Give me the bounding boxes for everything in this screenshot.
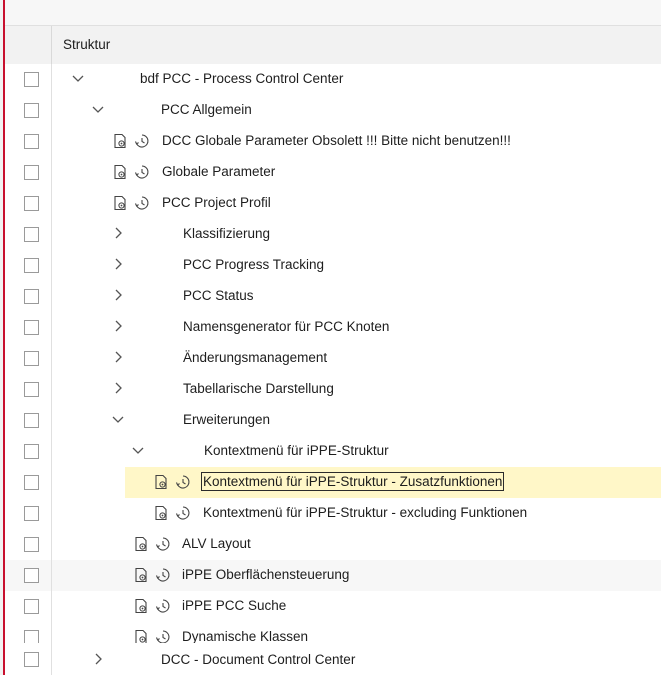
row-checkbox[interactable] bbox=[24, 258, 39, 273]
tree-node-label[interactable]: PCC Project Profil bbox=[162, 195, 271, 210]
tree-node-label[interactable]: Kontextmenü für iPPE-Struktur - excludin… bbox=[203, 505, 527, 520]
tree-node-label[interactable]: DCC - Document Control Center bbox=[161, 652, 355, 667]
row-checkbox[interactable] bbox=[24, 475, 39, 490]
tree-row[interactable]: iPPE PCC Suche bbox=[5, 591, 661, 623]
chevron-right-icon[interactable] bbox=[111, 380, 125, 396]
row-checkbox[interactable] bbox=[24, 652, 39, 667]
tree-row[interactable]: DCC Globale Parameter Obsolett !!! Bitte… bbox=[5, 126, 661, 158]
row-checkbox[interactable] bbox=[24, 165, 39, 180]
clock-history-icon bbox=[155, 567, 171, 583]
chevron-right-icon[interactable] bbox=[91, 651, 105, 667]
row-checkbox[interactable] bbox=[24, 103, 39, 118]
chevron-right-icon[interactable] bbox=[111, 318, 125, 334]
tree-row[interactable]: PCC Allgemein bbox=[5, 95, 661, 127]
row-checkbox[interactable] bbox=[24, 599, 39, 614]
row-checkbox[interactable] bbox=[24, 227, 39, 242]
tree-node-label[interactable]: Kontextmenü für iPPE-Struktur - Zusatzfu… bbox=[200, 472, 505, 491]
row-checkbox[interactable] bbox=[24, 196, 39, 211]
tree-row[interactable]: PCC Status bbox=[5, 281, 661, 313]
tree-node-label[interactable]: PCC Allgemein bbox=[161, 102, 252, 117]
row-checkbox[interactable] bbox=[24, 134, 39, 149]
tree-node-label[interactable]: PCC Progress Tracking bbox=[183, 257, 324, 272]
tree-node-label[interactable]: PCC Status bbox=[183, 288, 254, 303]
tree-row[interactable]: Erweiterungen bbox=[5, 405, 661, 437]
row-checkbox[interactable] bbox=[24, 320, 39, 335]
clock-history-icon bbox=[155, 536, 171, 552]
chevron-right-icon[interactable] bbox=[111, 287, 125, 303]
tree-row[interactable]: Klassifizierung bbox=[5, 219, 661, 251]
table-header: Struktur bbox=[5, 25, 661, 65]
tree-node-label[interactable]: bdf PCC - Process Control Center bbox=[140, 71, 343, 86]
settings-document-icon bbox=[112, 195, 128, 211]
tree-row[interactable]: Kontextmenü für iPPE-Struktur - excludin… bbox=[5, 498, 661, 530]
column-header-struktur[interactable]: Struktur bbox=[63, 37, 110, 52]
tree-row[interactable]: Tabellarische Darstellung bbox=[5, 374, 661, 406]
tree-node-label[interactable]: Änderungsmanagement bbox=[183, 350, 327, 365]
toolbar-strip bbox=[5, 0, 661, 25]
chevron-down-icon[interactable] bbox=[91, 101, 105, 117]
clock-history-icon bbox=[134, 133, 150, 149]
tree-table: Struktur bdf PCC - Process Control Cente… bbox=[3, 0, 661, 675]
settings-document-icon bbox=[133, 536, 149, 552]
tree-row[interactable]: PCC Progress Tracking bbox=[5, 250, 661, 282]
tree-node-label[interactable]: ALV Layout bbox=[182, 536, 251, 551]
tree-node-label[interactable]: iPPE Oberflächensteuerung bbox=[182, 567, 349, 582]
row-checkbox[interactable] bbox=[24, 289, 39, 304]
row-checkbox[interactable] bbox=[24, 537, 39, 552]
chevron-right-icon[interactable] bbox=[111, 225, 125, 241]
tree-row[interactable]: PCC Project Profil bbox=[5, 188, 661, 220]
tree-row[interactable]: Änderungsmanagement bbox=[5, 343, 661, 375]
tree-row[interactable]: Namensgenerator für PCC Knoten bbox=[5, 312, 661, 344]
tree-row[interactable]: iPPE Oberflächensteuerung bbox=[5, 560, 661, 592]
tree-node-label[interactable]: Erweiterungen bbox=[183, 412, 270, 427]
row-checkbox[interactable] bbox=[24, 72, 39, 87]
settings-document-icon bbox=[153, 474, 169, 490]
tree-node-label[interactable]: Tabellarische Darstellung bbox=[183, 381, 334, 396]
tree-row[interactable]: ALV Layout bbox=[5, 529, 661, 561]
clock-history-icon bbox=[175, 474, 191, 490]
row-checkbox[interactable] bbox=[24, 568, 39, 583]
tree-row[interactable]: DCC - Document Control Center bbox=[5, 643, 661, 675]
row-checkbox[interactable] bbox=[24, 382, 39, 397]
clock-history-icon bbox=[155, 598, 171, 614]
settings-document-icon bbox=[153, 505, 169, 521]
settings-document-icon bbox=[112, 133, 128, 149]
tree-node-label[interactable]: DCC Globale Parameter Obsolett !!! Bitte… bbox=[162, 133, 511, 148]
tree-row[interactable]: Kontextmenü für iPPE-Struktur bbox=[5, 436, 661, 468]
chevron-down-icon[interactable] bbox=[71, 70, 85, 86]
tree-node-label[interactable]: Namensgenerator für PCC Knoten bbox=[183, 319, 389, 334]
tree-node-label[interactable]: iPPE PCC Suche bbox=[182, 598, 286, 613]
clock-history-icon bbox=[175, 505, 191, 521]
tree-node-label[interactable]: Globale Parameter bbox=[162, 164, 275, 179]
tree-row[interactable]: Globale Parameter bbox=[5, 157, 661, 189]
chevron-down-icon[interactable] bbox=[131, 442, 145, 458]
tree-row-selected[interactable]: Kontextmenü für iPPE-Struktur - Zusatzfu… bbox=[5, 467, 661, 499]
row-checkbox[interactable] bbox=[24, 351, 39, 366]
tree-node-label[interactable]: Kontextmenü für iPPE-Struktur bbox=[204, 443, 389, 458]
clock-history-icon bbox=[134, 164, 150, 180]
chevron-down-icon[interactable] bbox=[111, 411, 125, 427]
tree-node-label[interactable]: Klassifizierung bbox=[183, 226, 270, 241]
selection-column-header[interactable] bbox=[5, 26, 52, 64]
settings-document-icon bbox=[112, 164, 128, 180]
row-checkbox[interactable] bbox=[24, 444, 39, 459]
chevron-right-icon[interactable] bbox=[111, 349, 125, 365]
tree-node-label[interactable]: Dynamische Klassen bbox=[182, 629, 308, 644]
chevron-right-icon[interactable] bbox=[111, 256, 125, 272]
settings-document-icon bbox=[133, 598, 149, 614]
row-checkbox[interactable] bbox=[24, 506, 39, 521]
clock-history-icon bbox=[134, 195, 150, 211]
tree-row[interactable]: bdf PCC - Process Control Center bbox=[5, 64, 661, 96]
settings-document-icon bbox=[133, 567, 149, 583]
row-checkbox[interactable] bbox=[24, 413, 39, 428]
